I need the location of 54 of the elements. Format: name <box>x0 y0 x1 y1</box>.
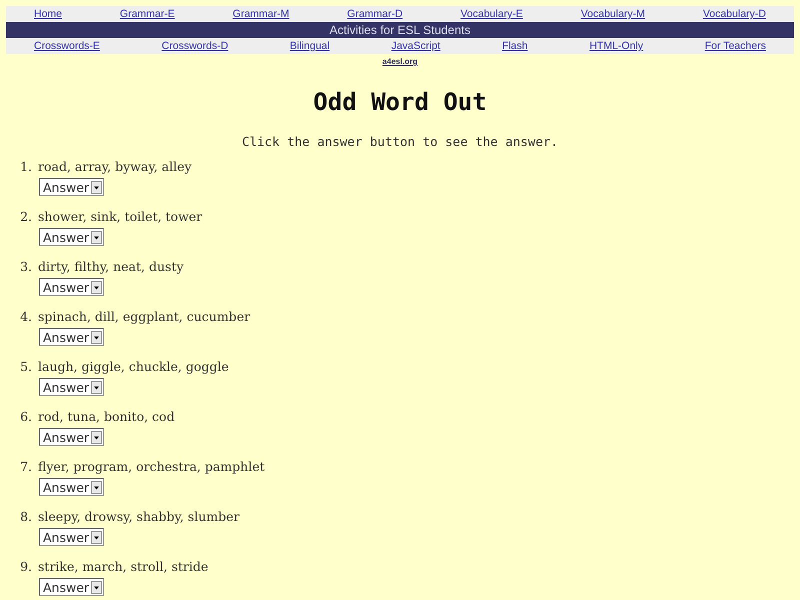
page-title: Odd Word Out <box>312 88 488 116</box>
question-words: rod, tuna, bonito, cod <box>38 409 175 426</box>
caret-icon <box>91 280 102 294</box>
caret-icon <box>91 530 102 544</box>
question-number: 4. <box>19 309 32 326</box>
banner: Activities for ESL Students <box>6 22 794 38</box>
answer-dropdown[interactable]: Answer <box>39 578 104 596</box>
nav-link[interactable]: Crosswords-D <box>162 40 228 52</box>
question-words: spinach, dill, eggplant, cucumber <box>38 309 250 326</box>
nav-link[interactable]: Flash <box>502 40 528 52</box>
site-link[interactable]: a4esl.org <box>382 57 418 66</box>
caret-icon <box>91 580 102 594</box>
caret-icon <box>91 180 102 194</box>
question-number: 2. <box>19 209 32 226</box>
question-words: shower, sink, toilet, tower <box>38 209 202 226</box>
nav-link[interactable]: For Teachers <box>704 40 766 52</box>
question-number: 7. <box>19 459 32 476</box>
nav-link[interactable]: Crosswords-E <box>34 40 100 52</box>
answer-dropdown[interactable]: Answer <box>39 178 104 196</box>
answer-dropdown[interactable]: Answer <box>39 278 104 296</box>
answer-dropdown[interactable]: Answer <box>39 328 104 346</box>
caret-icon <box>91 330 102 344</box>
answer-dropdown[interactable]: Answer <box>39 528 104 546</box>
nav-link[interactable]: Vocabulary-D <box>702 8 766 20</box>
answer-dropdown[interactable]: Answer <box>39 428 104 446</box>
nav-link[interactable]: Vocabulary-M <box>580 8 646 20</box>
answer-dropdown[interactable]: Answer <box>39 478 104 496</box>
question-words: strike, march, stroll, stride <box>38 559 208 576</box>
question-number: 6. <box>19 409 32 426</box>
nav-link[interactable]: Grammar-E <box>120 8 175 20</box>
instructions: Click the answer button to see the answer. <box>240 134 560 149</box>
question-words: sleepy, drowsy, shabby, slumber <box>38 509 240 526</box>
answer-dropdown[interactable]: Answer <box>39 378 104 396</box>
question-number: 9. <box>19 559 32 576</box>
nav-link[interactable]: Bilingual <box>290 40 330 52</box>
question-words: flyer, program, orchestra, pamphlet <box>38 459 265 476</box>
nav-link[interactable]: Home <box>34 8 62 20</box>
question-words: dirty, filthy, neat, dusty <box>38 259 184 276</box>
question-number: 3. <box>19 259 32 276</box>
caret-icon <box>91 480 102 494</box>
nav-link[interactable]: Vocabulary-E <box>460 8 523 20</box>
caret-icon <box>91 380 102 394</box>
nav-link[interactable]: Grammar-M <box>232 8 290 20</box>
caret-icon <box>91 430 102 444</box>
question-words: road, array, byway, alley <box>38 159 192 176</box>
answer-dropdown[interactable]: Answer <box>39 228 104 246</box>
nav-link[interactable]: HTML-Only <box>589 40 644 52</box>
nav-link[interactable]: JavaScript <box>391 40 440 52</box>
question-number: 5. <box>19 359 32 376</box>
nav-link[interactable]: Grammar-D <box>347 8 403 20</box>
question-words: laugh, giggle, chuckle, goggle <box>38 359 229 376</box>
question-number: 8. <box>19 509 32 526</box>
question-number: 1. <box>19 159 32 176</box>
caret-icon <box>91 230 102 244</box>
